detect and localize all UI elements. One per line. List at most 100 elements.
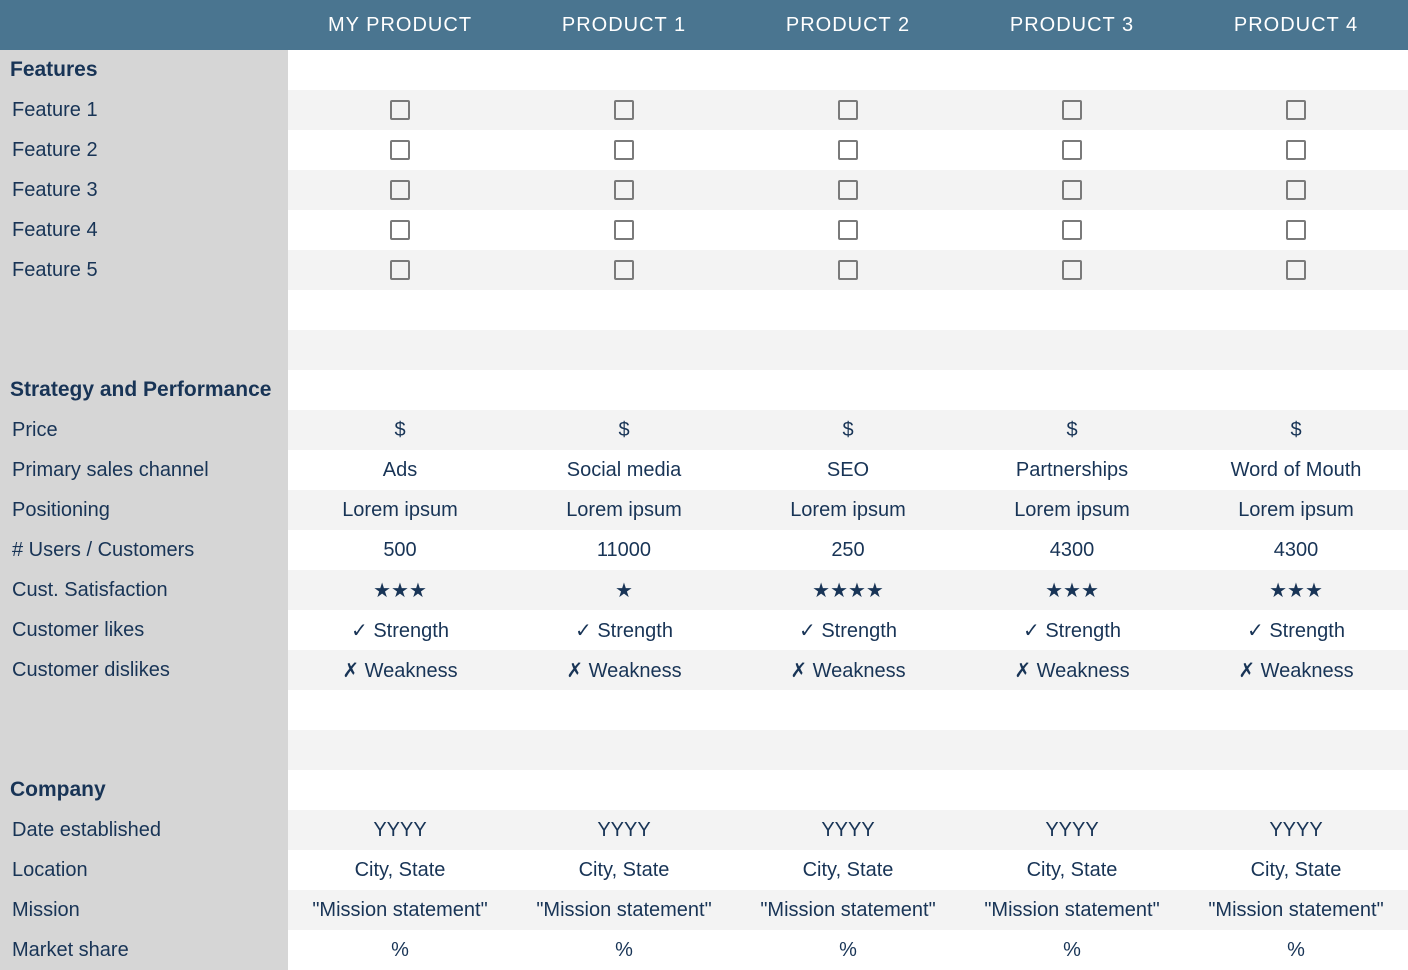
spacer-cell xyxy=(1184,690,1408,730)
section-title: Strategy and Performance xyxy=(0,370,288,410)
table-cell xyxy=(960,90,1184,130)
spacer-label xyxy=(0,290,288,330)
checkbox-icon[interactable] xyxy=(390,220,410,240)
row-label: Customer dislikes xyxy=(0,650,288,690)
spacer-cell xyxy=(512,290,736,330)
checkbox-icon[interactable] xyxy=(1062,220,1082,240)
table-row: Cust. Satisfaction★★★★★★★★★★★★★★ xyxy=(0,570,1408,610)
table-cell: % xyxy=(288,930,512,970)
table-cell: ✗ Weakness xyxy=(512,650,736,690)
table-cell: ✓ Strength xyxy=(288,610,512,650)
checkbox-icon[interactable] xyxy=(1286,140,1306,160)
table-cell: City, State xyxy=(1184,850,1408,890)
checkbox-icon[interactable] xyxy=(614,260,634,280)
checkbox-icon[interactable] xyxy=(1286,100,1306,120)
table-row: Market share%%%%% xyxy=(0,930,1408,970)
table-cell xyxy=(1184,130,1408,170)
table-cell: YYYY xyxy=(288,810,512,850)
table-cell xyxy=(736,250,960,290)
table-cell xyxy=(288,90,512,130)
table-cell: City, State xyxy=(288,850,512,890)
checkbox-icon[interactable] xyxy=(390,140,410,160)
table-cell: $ xyxy=(736,410,960,450)
spacer-cell xyxy=(512,730,736,770)
checkbox-icon[interactable] xyxy=(614,100,634,120)
section-title-row: Company xyxy=(0,770,1408,810)
table-cell xyxy=(960,210,1184,250)
checkbox-icon[interactable] xyxy=(838,220,858,240)
section-spacer xyxy=(1184,50,1408,90)
table-cell: ✓ Strength xyxy=(736,610,960,650)
row-label: Feature 4 xyxy=(0,210,288,250)
section-spacer xyxy=(288,50,512,90)
table-row: Customer dislikes✗ Weakness✗ Weakness✗ W… xyxy=(0,650,1408,690)
table-row: Price$$$$$ xyxy=(0,410,1408,450)
table-row: Feature 1 xyxy=(0,90,1408,130)
row-label: Feature 2 xyxy=(0,130,288,170)
table-cell xyxy=(288,130,512,170)
table-cell xyxy=(960,250,1184,290)
table-cell: $ xyxy=(512,410,736,450)
checkbox-icon[interactable] xyxy=(1062,140,1082,160)
table-cell: ★★★ xyxy=(960,570,1184,610)
table-row: Mission"Mission statement""Mission state… xyxy=(0,890,1408,930)
checkbox-icon[interactable] xyxy=(614,180,634,200)
column-header: PRODUCT 1 xyxy=(512,0,736,50)
comparison-table: MY PRODUCT PRODUCT 1 PRODUCT 2 PRODUCT 3… xyxy=(0,0,1408,970)
table-cell: Social media xyxy=(512,450,736,490)
checkbox-icon[interactable] xyxy=(1286,180,1306,200)
column-header: PRODUCT 4 xyxy=(1184,0,1408,50)
table-cell xyxy=(960,170,1184,210)
table-cell: $ xyxy=(1184,410,1408,450)
table-cell: YYYY xyxy=(1184,810,1408,850)
column-header: PRODUCT 2 xyxy=(736,0,960,50)
table-header-row: MY PRODUCT PRODUCT 1 PRODUCT 2 PRODUCT 3… xyxy=(0,0,1408,50)
table-cell: ✓ Strength xyxy=(512,610,736,650)
table-cell: % xyxy=(512,930,736,970)
table-cell xyxy=(512,90,736,130)
checkbox-icon[interactable] xyxy=(1062,180,1082,200)
table-row: Feature 3 xyxy=(0,170,1408,210)
spacer-cell xyxy=(736,290,960,330)
checkbox-icon[interactable] xyxy=(1286,220,1306,240)
table-cell: Lorem ipsum xyxy=(960,490,1184,530)
spacer-cell xyxy=(736,330,960,370)
table-cell xyxy=(960,130,1184,170)
checkbox-icon[interactable] xyxy=(390,180,410,200)
checkbox-icon[interactable] xyxy=(1062,260,1082,280)
table-cell: ★ xyxy=(512,570,736,610)
table-cell: "Mission statement" xyxy=(960,890,1184,930)
row-label: Feature 1 xyxy=(0,90,288,130)
table-cell xyxy=(736,90,960,130)
table-row: Customer likes✓ Strength✓ Strength✓ Stre… xyxy=(0,610,1408,650)
section-spacer xyxy=(512,770,736,810)
section-spacer xyxy=(288,370,512,410)
checkbox-icon[interactable] xyxy=(838,180,858,200)
row-label: Mission xyxy=(0,890,288,930)
section-spacer xyxy=(736,770,960,810)
checkbox-icon[interactable] xyxy=(838,140,858,160)
table-cell: ✗ Weakness xyxy=(736,650,960,690)
table-cell: City, State xyxy=(512,850,736,890)
checkbox-icon[interactable] xyxy=(390,100,410,120)
checkbox-icon[interactable] xyxy=(838,100,858,120)
row-label: Customer likes xyxy=(0,610,288,650)
table-cell: Lorem ipsum xyxy=(1184,490,1408,530)
table-cell: Lorem ipsum xyxy=(288,490,512,530)
table-cell xyxy=(512,210,736,250)
table-cell: SEO xyxy=(736,450,960,490)
checkbox-icon[interactable] xyxy=(1286,260,1306,280)
table-cell xyxy=(288,210,512,250)
spacer-cell xyxy=(1184,330,1408,370)
table-row: LocationCity, StateCity, StateCity, Stat… xyxy=(0,850,1408,890)
checkbox-icon[interactable] xyxy=(614,220,634,240)
table-cell: City, State xyxy=(736,850,960,890)
spacer-cell xyxy=(960,690,1184,730)
column-header: PRODUCT 3 xyxy=(960,0,1184,50)
table-row: PositioningLorem ipsumLorem ipsumLorem i… xyxy=(0,490,1408,530)
checkbox-icon[interactable] xyxy=(838,260,858,280)
checkbox-icon[interactable] xyxy=(390,260,410,280)
checkbox-icon[interactable] xyxy=(1062,100,1082,120)
section-spacer xyxy=(288,770,512,810)
checkbox-icon[interactable] xyxy=(614,140,634,160)
